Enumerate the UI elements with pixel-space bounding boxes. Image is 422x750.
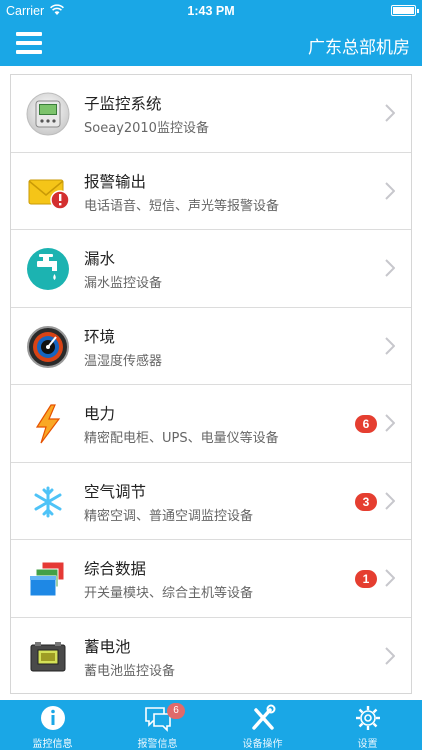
tab-settings[interactable]: 设置 — [315, 700, 420, 750]
water-faucet-icon — [27, 248, 69, 290]
battery-device-icon — [30, 641, 66, 671]
list-item-title: 漏水 — [84, 250, 116, 268]
list-item-subtitle: 蓄电池监控设备 — [84, 663, 176, 679]
list-item-subtitle: 漏水监控设备 — [84, 276, 163, 291]
nav-title: 广东总部机房 — [308, 38, 410, 58]
list-item-sub-monitor[interactable]: 子监控系统 Soeay2010监控设备 — [11, 75, 411, 153]
status-bar: Carrier 1:43 PM — [0, 0, 422, 22]
tab-label: 报警信息 — [137, 739, 178, 750]
list-item-title: 报警输出 — [84, 172, 147, 191]
list-item-title: 环境 — [84, 327, 116, 346]
hamburger-menu-icon[interactable] — [16, 32, 42, 54]
tab-label: 设置 — [357, 739, 378, 750]
chevron-right-icon — [385, 104, 395, 122]
lightning-icon — [35, 404, 61, 444]
alert-count-badge: 1 — [355, 570, 377, 588]
nav-bar: 广东总部机房 — [0, 22, 422, 66]
tab-device-operation[interactable]: 设备操作 — [210, 700, 315, 750]
list-item-subtitle: 开关量模块、综合主机等设备 — [84, 586, 254, 601]
chevron-right-icon — [385, 646, 395, 665]
list-item-environment[interactable]: 环境 温湿度传感器 — [11, 308, 411, 385]
list-item-subtitle: 精密配电柜、UPS、电量仪等设备 — [84, 431, 279, 446]
monitor-device-icon — [26, 92, 70, 136]
category-list: 子监控系统 Soeay2010监控设备 报警输出 电话语音、短信、声光等报警设备… — [10, 74, 412, 694]
chevron-right-icon — [385, 414, 395, 432]
info-icon — [41, 706, 65, 730]
list-item-title: 电力 — [84, 405, 116, 423]
list-item-integrated-data[interactable]: 综合数据 开关量模块、综合主机等设备 1 — [11, 540, 411, 618]
chevron-right-icon — [385, 491, 395, 510]
chevron-right-icon — [385, 259, 395, 277]
tools-icon — [252, 704, 276, 730]
gear-icon — [356, 706, 380, 730]
alert-count-badge: 3 — [355, 492, 377, 511]
tab-monitor-info[interactable]: 监控信息 — [0, 700, 105, 750]
snowflake-icon — [34, 486, 62, 517]
tab-badge: 6 — [167, 703, 185, 719]
status-time: 1:43 PM — [187, 4, 235, 18]
data-windows-icon — [29, 561, 65, 597]
alert-count-badge: 6 — [355, 415, 377, 433]
list-item-title: 子监控系统 — [84, 95, 162, 113]
list-item-alarm-output[interactable]: 报警输出 电话语音、短信、声光等报警设备 — [11, 153, 411, 230]
environment-gauge-icon — [27, 325, 69, 368]
alarm-mail-icon — [28, 179, 70, 210]
list-item-subtitle: 精密空调、普通空调监控设备 — [84, 508, 254, 524]
list-item-water-leak[interactable]: 漏水 漏水监控设备 — [11, 230, 411, 308]
tab-bar: 监控信息 6 报警信息 设备操作 设置 — [0, 700, 422, 750]
list-item-title: 蓄电池 — [84, 637, 131, 656]
chevron-right-icon — [385, 569, 395, 587]
list-item-battery[interactable]: 蓄电池 蓄电池监控设备 — [11, 618, 411, 696]
tab-label: 设备操作 — [242, 739, 283, 750]
battery-icon — [391, 5, 419, 16]
list-item-power[interactable]: 电力 精密配电柜、UPS、电量仪等设备 6 — [11, 385, 411, 463]
tab-alarm-info[interactable]: 6 报警信息 — [105, 700, 210, 750]
chevron-right-icon — [385, 181, 395, 200]
list-item-title: 综合数据 — [84, 560, 147, 578]
tab-label: 监控信息 — [32, 739, 73, 750]
list-item-title: 空气调节 — [84, 482, 147, 501]
list-item-subtitle: Soeay2010监控设备 — [84, 121, 209, 136]
list-item-air-conditioning[interactable]: 空气调节 精密空调、普通空调监控设备 3 — [11, 463, 411, 540]
chevron-right-icon — [385, 336, 395, 355]
list-item-subtitle: 电话语音、短信、声光等报警设备 — [84, 198, 280, 214]
list-item-subtitle: 温湿度传感器 — [84, 353, 163, 369]
